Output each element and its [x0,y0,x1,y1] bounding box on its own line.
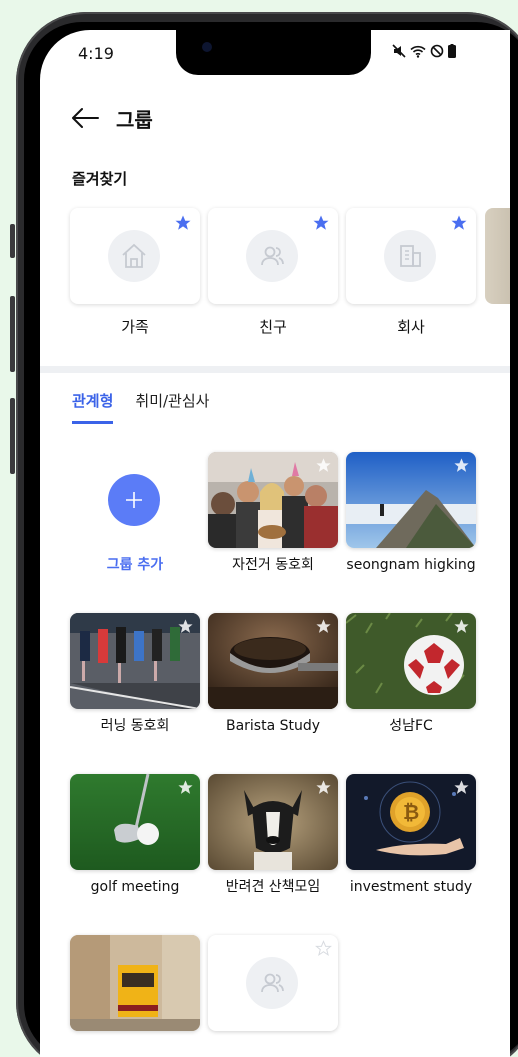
favorite-label: 가족 [121,318,149,336]
add-group-button[interactable] [108,474,160,526]
star-filled-icon[interactable] [312,214,330,236]
status-time: 4:19 [78,44,114,63]
status-icons [392,44,456,62]
favorite-label: 회사 [397,318,425,336]
dog-photo [208,774,338,870]
header: 그룹 [70,100,153,136]
favorite-card-friends[interactable] [208,208,338,304]
group-label: 반려견 산책모임 [225,879,321,895]
add-group-label[interactable]: 그룹 추가 [65,556,205,575]
coffee-photo [208,613,338,709]
group-label: Barista Study [225,718,321,734]
volume-down-button [10,398,15,474]
tab-hobbies[interactable]: 취미/관심사 [135,390,209,424]
people-icon [246,230,298,282]
star-filled-icon[interactable] [450,214,468,236]
marathon-photo [70,613,200,709]
do-not-disturb-icon [430,44,444,62]
people-icon [246,957,298,1009]
mountain-photo [346,452,476,548]
star-outline-icon[interactable] [453,779,470,800]
camera-icon [202,42,212,52]
group-label: 자전거 동호회 [232,557,314,573]
tram-photo [70,935,200,1031]
party-photo [208,452,338,548]
group-label: investment study [349,879,473,895]
star-outline-icon[interactable] [315,779,332,800]
group-label: 성남FC [389,718,433,734]
building-icon [384,230,436,282]
star-outline-icon[interactable] [453,618,470,639]
star-filled-icon[interactable] [174,214,192,236]
star-outline-icon[interactable] [177,779,194,800]
group-label: seongnam higking [346,557,476,573]
favorite-card-company[interactable] [346,208,476,304]
back-button[interactable] [70,103,100,133]
page-title: 그룹 [116,107,153,132]
golf-photo [70,774,200,870]
star-outline-icon[interactable] [177,618,194,639]
wifi-icon [410,44,426,62]
section-divider [40,366,510,373]
volume-up-button [10,296,15,372]
group-tabs: 관계형 취미/관심사 [72,390,209,424]
star-outline-icon[interactable] [453,457,470,478]
group-label: 러닝 동호회 [100,718,170,734]
group-label: golf meeting [90,879,180,895]
bitcoin-photo: ₿ [346,774,476,870]
favorite-card-partial[interactable] [485,208,510,304]
plus-icon [126,492,142,508]
star-outline-icon[interactable] [315,940,332,961]
svg-text:₿: ₿ [403,800,419,824]
favorite-label: 친구 [259,318,287,336]
home-icon [108,230,160,282]
favorites-title: 즐겨찾기 [72,170,128,188]
star-outline-icon[interactable] [315,618,332,639]
mute-switch [10,224,15,258]
placeholder-card [208,935,338,1031]
app-screen: 4:19 그룹 즐겨찾기 가족 친구 회사 관계형 취미/관심사 그룹 추가 자… [40,30,510,1057]
arrow-left-icon [72,108,99,128]
battery-icon [448,44,456,62]
soccer-ball-photo [346,613,476,709]
mute-icon [392,44,406,62]
notch [176,30,371,75]
favorite-card-family[interactable] [70,208,200,304]
tab-relationship[interactable]: 관계형 [72,390,114,424]
star-outline-icon[interactable] [315,457,332,478]
